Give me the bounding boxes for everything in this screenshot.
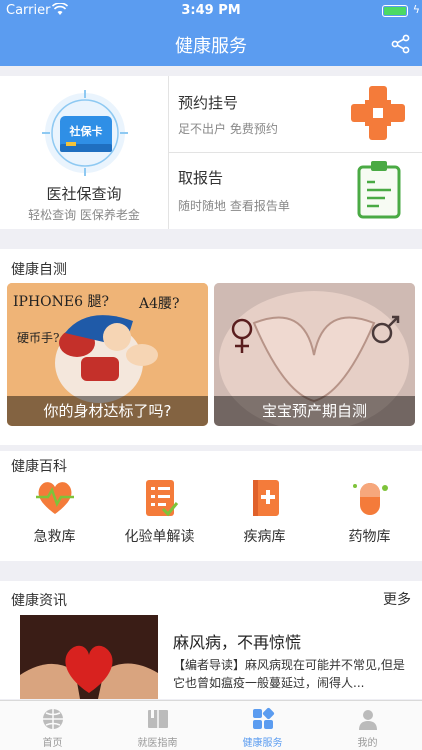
news-image xyxy=(20,615,158,699)
doodle-text: 硬币手? xyxy=(17,331,60,345)
first-aid-item[interactable]: 急救库 xyxy=(2,477,107,557)
news-section: 健康资讯 更多 麻风病，不再惊慌 【编者导读】麻风病现在可能并不常见,但是它也曾… xyxy=(0,581,422,699)
news-title: 麻风病，不再惊慌 xyxy=(173,633,302,652)
report-subtitle: 随时随地 查看报告单 xyxy=(178,199,290,213)
due-date-card[interactable]: 宝宝预产期自测 xyxy=(214,283,415,426)
card-caption: 宝宝预产期自测 xyxy=(214,396,415,426)
tab-label: 就医指南 xyxy=(137,738,178,749)
pill-icon xyxy=(353,483,388,515)
grid-icon xyxy=(253,707,275,729)
wiki-section: 健康百科 急救库 化验单解读 疾病库 药物库 xyxy=(0,451,422,561)
book-plus-icon xyxy=(253,480,279,516)
checklist-icon xyxy=(146,480,179,517)
self-test-section: 健康自测 IPHONE6 腿? A4腰? 硬币手? 你的身材达标了吗? 宝宝预产… xyxy=(0,249,422,445)
share-icon[interactable] xyxy=(390,33,412,55)
heart-pulse-icon xyxy=(36,482,74,514)
medical-cross-icon xyxy=(351,86,405,140)
user-icon xyxy=(359,710,377,730)
news-article[interactable]: 麻风病，不再惊慌 【编者导读】麻风病现在可能并不常见,但是它也曾如瘟疫一般蔓延过… xyxy=(0,581,422,699)
drug-library-item[interactable]: 药物库 xyxy=(317,477,422,557)
clock: 3:49 PM xyxy=(181,3,241,18)
report-tile[interactable]: 取报告 随时随地 查看报告单 xyxy=(169,153,422,229)
insurance-subtitle: 轻松查询 医保养老金 xyxy=(28,208,140,222)
section-title: 健康自测 xyxy=(11,262,67,278)
tab-bar: 首页 就医指南 健康服务 我的 xyxy=(0,700,422,750)
item-label: 急救库 xyxy=(33,529,76,545)
body-check-card[interactable]: IPHONE6 腿? A4腰? 硬币手? 你的身材达标了吗? xyxy=(7,283,208,426)
top-services: 社保卡 医社保查询 轻松查询 医保养老金 预约挂号 足不出户 免费预约 取报告 … xyxy=(0,76,422,229)
charging-icon: ϟ xyxy=(412,3,420,16)
item-label: 化验单解读 xyxy=(124,529,195,545)
tab-guide[interactable]: 就医指南 xyxy=(105,701,210,750)
lab-report-item[interactable]: 化验单解读 xyxy=(107,477,212,557)
page-title: 健康服务 xyxy=(175,36,247,57)
tab-home[interactable]: 首页 xyxy=(0,701,105,750)
report-title: 取报告 xyxy=(178,169,224,187)
news-summary: 【编者导读】麻风病现在可能并不常见,但是它也曾如瘟疫一般蔓延过，闹得人... xyxy=(173,658,405,690)
book-icon xyxy=(148,710,168,728)
item-label: 疾病库 xyxy=(243,529,286,545)
nav-bar: 健康服务 xyxy=(0,22,422,66)
card-caption: 你的身材达标了吗? xyxy=(7,396,208,426)
globe-icon xyxy=(43,709,63,729)
insurance-card-label: 社保卡 xyxy=(69,125,103,138)
doodle-text: IPHONE6 腿? xyxy=(13,294,109,310)
insurance-query-tile[interactable]: 社保卡 医社保查询 轻松查询 医保养老金 xyxy=(0,76,168,229)
tab-label: 健康服务 xyxy=(242,738,283,749)
insurance-title: 医社保查询 xyxy=(46,185,122,203)
battery-icon xyxy=(382,5,408,17)
tab-health-service[interactable]: 健康服务 xyxy=(210,701,315,750)
doodle-text: A4腰? xyxy=(139,296,180,312)
disease-library-item[interactable]: 疾病库 xyxy=(212,477,317,557)
clipboard-icon xyxy=(357,161,401,219)
item-label: 药物库 xyxy=(348,529,391,545)
appointment-subtitle: 足不出户 免费预约 xyxy=(178,122,278,136)
status-bar: Carrier 3:49 PM ϟ xyxy=(0,0,422,22)
tab-profile[interactable]: 我的 xyxy=(315,701,420,750)
appointment-tile[interactable]: 预约挂号 足不出户 免费预约 xyxy=(169,76,422,152)
section-title: 健康百科 xyxy=(11,459,67,475)
tab-label: 首页 xyxy=(42,738,63,749)
appointment-title: 预约挂号 xyxy=(178,94,239,112)
tab-label: 我的 xyxy=(357,738,378,749)
